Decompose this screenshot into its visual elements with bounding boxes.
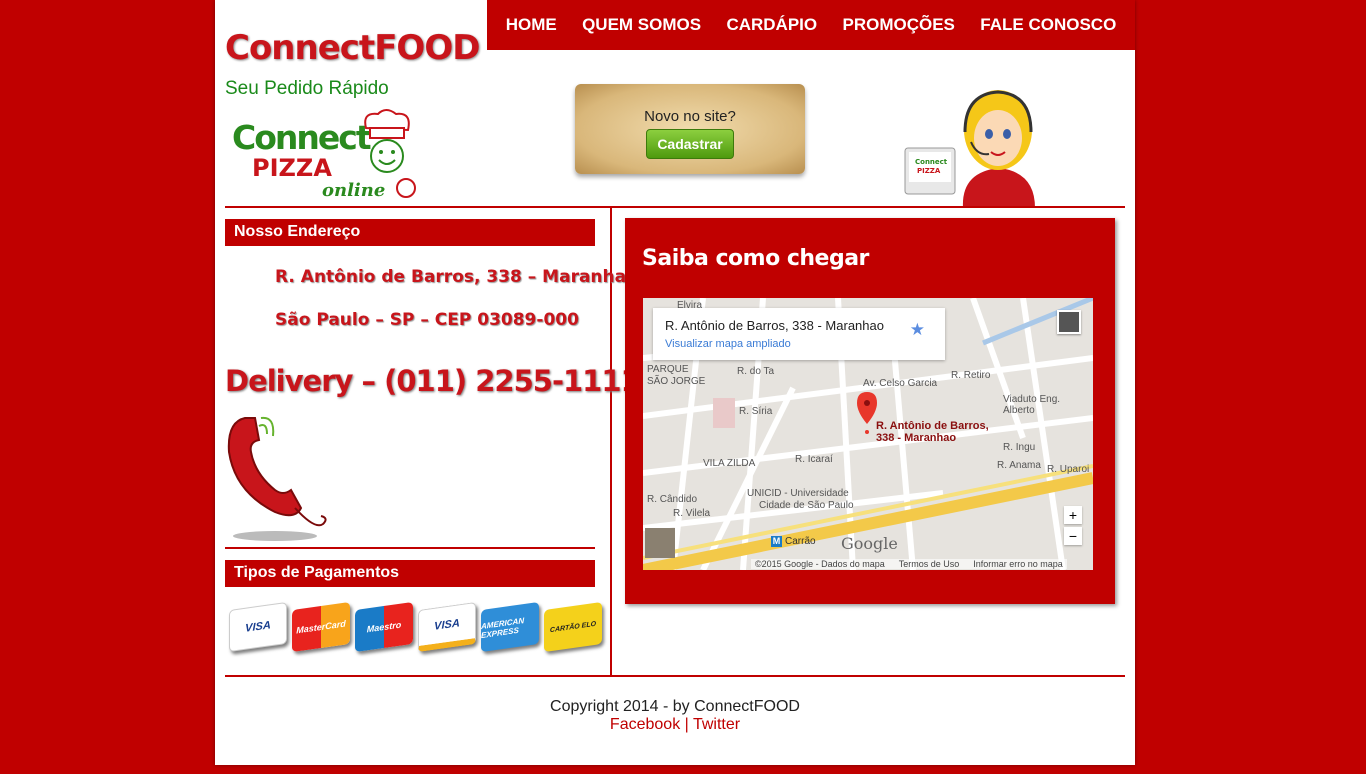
delivery-phone: Delivery – (011) 2255-1111: [225, 364, 641, 398]
map-data-credit: ©2015 Google - Dados do mapa: [755, 559, 885, 569]
map-label: Av. Celso Garcia: [863, 378, 938, 389]
divider-bottom: [225, 675, 1125, 677]
map-label: R. do Ta: [737, 366, 775, 377]
map-footer: ©2015 Google - Dados do mapa Termos de U…: [751, 559, 1067, 569]
embedded-map[interactable]: Elvira PARQUE SÃO JORGE R. do Ta R. Síri…: [643, 298, 1093, 570]
map-report-error-link[interactable]: Informar erro no mapa: [973, 559, 1063, 569]
amex-card: AMERICAN EXPRESS: [481, 601, 539, 653]
save-star-icon[interactable]: ★: [910, 320, 925, 340]
map-label: Cidade de São Paulo: [759, 500, 854, 511]
map-label: Carrão: [785, 536, 816, 547]
zoom-in-button[interactable]: +: [1064, 506, 1082, 524]
brand-title: ConnectFOOD: [225, 28, 480, 68]
map-label: R. Retiro: [951, 370, 991, 381]
map-label: R. Uparoi: [1047, 464, 1090, 475]
divider-left: [225, 547, 595, 549]
nav-promocoes[interactable]: PROMOÇÕES: [843, 15, 955, 35]
nav-quem-somos[interactable]: QUEM SOMOS: [582, 15, 701, 35]
register-button[interactable]: Cadastrar: [646, 129, 734, 159]
map-label: Viaduto Eng. Alberto: [1003, 394, 1061, 416]
divider-top: [225, 206, 1125, 208]
map-heading: Saiba como chegar: [642, 246, 869, 271]
map-label: VILA ZILDA: [703, 458, 756, 469]
map-label: PARQUE: [647, 364, 689, 375]
connect-pizza-logo: Connect PIZZA online: [230, 108, 420, 204]
mastercard-card: MasterCard: [292, 601, 350, 653]
view-larger-map-link[interactable]: Visualizar mapa ampliado: [665, 338, 933, 350]
nav-fale-conosco[interactable]: FALE CONOSCO: [980, 15, 1116, 35]
map-label: R. Síria: [739, 406, 773, 417]
page-container: ConnectFOOD Seu Pedido Rápido HOME QUEM …: [215, 0, 1135, 765]
footer-separator: |: [684, 716, 689, 733]
map-pin-icon: [857, 392, 877, 434]
map-label: R. Vilela: [673, 508, 711, 519]
map-label: R. Ingu: [1003, 442, 1036, 453]
nav-cardapio[interactable]: CARDÁPIO: [726, 15, 817, 35]
maestro-card: Maestro: [355, 601, 413, 653]
google-logo: Google: [841, 534, 898, 553]
user-avatar[interactable]: [1057, 310, 1081, 334]
map-pin-label: R. Antônio de Barros, 338 - Maranhao: [876, 420, 989, 444]
visa-electron-card: VISA: [229, 601, 287, 653]
elo-card: CARTÃO ELO: [544, 601, 602, 653]
footer-copyright: Copyright 2014 - by ConnectFOOD: [550, 698, 800, 715]
main-nav: HOME QUEM SOMOS CARDÁPIO PROMOÇÕES FALE …: [487, 0, 1135, 50]
address-line-2: São Paulo – SP – CEP 03089-000: [275, 310, 579, 330]
map-card-address: R. Antônio de Barros, 338 - Maranhao: [665, 318, 884, 333]
map-info-card: R. Antônio de Barros, 338 - Maranhao Vis…: [653, 308, 945, 360]
payment-cards: VISA MasterCard Maestro VISA AMERICAN EX…: [229, 601, 602, 653]
svg-text:PIZZA: PIZZA: [917, 167, 941, 175]
map-label: R. Icaraí: [795, 454, 833, 465]
signup-question: Novo no site?: [644, 108, 736, 125]
footer-links: Facebook | Twitter: [215, 716, 1135, 734]
brand-subtitle: Seu Pedido Rápido: [225, 78, 389, 99]
attendant-illustration: Connect PIZZA: [904, 90, 1035, 208]
visa-card: VISA: [418, 601, 476, 653]
metro-icon: M: [771, 536, 782, 547]
map-label: R. Cândido: [647, 494, 698, 505]
zoom-out-button[interactable]: −: [1064, 527, 1082, 545]
address-line-1: R. Antônio de Barros, 338 – Maranhao: [275, 267, 638, 287]
map-section: Saiba como chegar Elvira PARQUE SÃO JORG…: [625, 218, 1115, 604]
map-label: UNICID - Universidade: [747, 488, 849, 499]
signup-banner: Novo no site? Cadastrar: [575, 84, 805, 174]
twitter-link[interactable]: Twitter: [693, 716, 740, 733]
nav-home[interactable]: HOME: [506, 15, 557, 35]
payments-heading: Tipos de Pagamentos: [225, 560, 595, 587]
facebook-link[interactable]: Facebook: [610, 716, 680, 733]
address-heading: Nosso Endereço: [225, 219, 595, 246]
svg-text:Connect: Connect: [915, 158, 948, 166]
chef-icon: [364, 109, 416, 198]
telephone-icon: [227, 416, 327, 541]
map-label: R. Anama: [997, 460, 1041, 471]
map-label: SÃO JORGE: [647, 376, 706, 387]
map-terms-link[interactable]: Termos de Uso: [899, 559, 960, 569]
